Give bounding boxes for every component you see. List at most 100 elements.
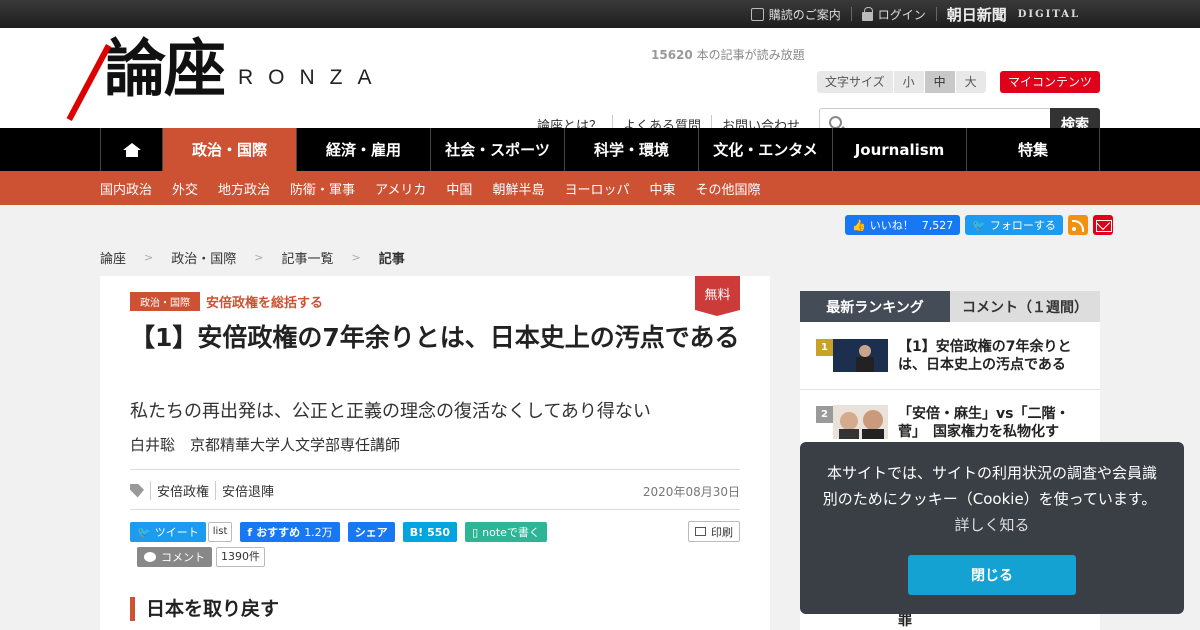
logo-kanji: 論座	[66, 38, 226, 121]
nav-science[interactable]: 科学・環境	[565, 128, 699, 171]
my-contents-button[interactable]: マイコンテンツ	[1000, 71, 1100, 93]
subnav-domestic[interactable]: 国内政治	[100, 179, 152, 198]
subnav-other[interactable]: その他国際	[695, 179, 760, 198]
main-nav: 政治・国際 経済・雇用 社会・スポーツ 科学・環境 文化・エンタメ Journa…	[0, 128, 1200, 171]
nav-society[interactable]: 社会・スポーツ	[431, 128, 565, 171]
facebook-recommend-button[interactable]: f おすすめ 1.2万	[240, 522, 340, 542]
article-card: 無料 政治・国際 安倍政権を総括する 【1】安倍政権の7年余りとは、日本史上の汚…	[100, 276, 770, 630]
home-icon	[122, 142, 141, 157]
rank-title: 【1】安倍政権の7年余りとは、日本史上の汚点である	[898, 339, 1072, 373]
facebook-like-button[interactable]: 👍 いいね！ 7,527	[845, 215, 961, 235]
comment-count[interactable]: 1390件	[216, 547, 265, 567]
comment-row: コメント 1390件	[137, 547, 265, 567]
note-button[interactable]: ▯ noteで書く	[465, 522, 547, 542]
section-heading: 日本を取り戻す	[130, 597, 279, 621]
share-buttons: 🐦 ツイート list f おすすめ 1.2万 シェア B! 550 ▯ not…	[130, 522, 547, 542]
rank-title: 「安倍・麻生」vs「二階・菅」 国家権力を私物化す	[898, 406, 1070, 440]
edit-icon	[750, 7, 764, 21]
subnav-europe[interactable]: ヨーロッパ	[564, 179, 629, 198]
breadcrumb-home[interactable]: 論座	[100, 248, 126, 267]
tag-item[interactable]: 安倍政権	[150, 481, 215, 500]
subnav-middle-east[interactable]: 中東	[649, 179, 675, 198]
nav-culture[interactable]: 文化・エンタメ	[699, 128, 833, 171]
divider	[130, 469, 740, 470]
printer-icon	[695, 527, 706, 536]
rank-number: 1	[816, 339, 833, 356]
facebook-icon: f	[247, 525, 253, 539]
rank-number: 2	[816, 406, 833, 423]
divider	[130, 509, 740, 510]
top-utility-bar: 購読のご案内 ログイン 朝日新聞 DIGITAL	[0, 0, 1200, 28]
ronza-logo[interactable]: 論座 RONZA	[66, 38, 387, 121]
site-header: 論座 RONZA 15620 本の記事が読み放題 文字サイズ 小 中 大 マイコ…	[0, 28, 1200, 139]
subnav-china[interactable]: 中国	[446, 179, 472, 198]
breadcrumb-separator: >	[254, 251, 264, 264]
nav-journalism[interactable]: Journalism	[833, 128, 967, 171]
social-follow: 👍 いいね！ 7,527 🐦 フォローする	[845, 215, 1113, 235]
sub-nav: 国内政治 外交 地方政治 防衛・軍事 アメリカ 中国 朝鮮半島 ヨーロッパ 中東…	[0, 171, 1200, 205]
cookie-consent-banner: 本サイトでは、サイトの利用状況の調査や会員識別のためにクッキー（Cookie）を…	[800, 442, 1184, 614]
subnav-defense[interactable]: 防衛・軍事	[290, 179, 355, 198]
article-title: 【1】安倍政権の7年余りとは、日本史上の汚点である	[130, 323, 740, 352]
breadcrumb: 論座 > 政治・国際 > 記事一覧 > 記事	[100, 248, 405, 267]
tag-icon	[130, 483, 144, 498]
nav-home[interactable]	[101, 128, 163, 171]
cookie-close-button[interactable]: 閉じる	[908, 555, 1076, 595]
nav-politics[interactable]: 政治・国際	[163, 128, 297, 171]
twitter-bird-icon: 🐦	[137, 525, 151, 539]
tweet-list-count[interactable]: list	[207, 522, 233, 542]
font-size-small[interactable]: 小	[892, 71, 924, 93]
tab-comment-ranking[interactable]: コメント（１週間）	[950, 291, 1100, 322]
divider	[850, 7, 852, 21]
hatena-bookmark-button[interactable]: B! 550	[402, 522, 458, 542]
rss-icon[interactable]	[1067, 215, 1088, 235]
tab-latest-ranking[interactable]: 最新ランキング	[800, 291, 950, 322]
asahi-digital-logo[interactable]: 朝日新聞 DIGITAL	[947, 4, 1080, 25]
rank-thumbnail	[833, 339, 888, 372]
login-link[interactable]: ログイン	[861, 6, 926, 23]
read-count: 15620 本の記事が読み放題	[651, 48, 805, 62]
comment-bubble-icon	[144, 552, 156, 562]
twitter-follow-button[interactable]: 🐦 フォローする	[965, 215, 1063, 235]
note-icon: ▯	[472, 525, 479, 539]
font-size-medium[interactable]: 中	[923, 71, 955, 93]
comment-button[interactable]: コメント	[137, 547, 212, 567]
divider	[800, 389, 1100, 390]
rank-thumbnail	[833, 405, 888, 439]
publish-date: 2020年08月30日	[642, 485, 740, 499]
lock-icon	[861, 6, 873, 21]
article-subtitle: 私たちの再出発は、公正と正義の理念の復活なくしてあり得ない	[130, 401, 651, 422]
logo-latin: RONZA	[238, 66, 387, 89]
subnav-diplomacy[interactable]: 外交	[172, 179, 198, 198]
font-size-large[interactable]: 大	[954, 71, 986, 93]
subnav-america[interactable]: アメリカ	[375, 179, 426, 198]
tweet-button[interactable]: 🐦 ツイート	[130, 522, 206, 542]
breadcrumb-current: 記事	[378, 252, 405, 267]
article-author[interactable]: 白井聡 京都精華大学人文学部専任講師	[130, 434, 400, 455]
subscribe-link[interactable]: 購読のご案内	[750, 6, 841, 23]
subnav-local[interactable]: 地方政治	[218, 179, 270, 198]
cookie-details-link[interactable]: 詳しく知る	[954, 516, 1029, 534]
twitter-bird-icon: 🐦	[972, 218, 986, 232]
tag-item[interactable]: 安倍退陣	[215, 481, 280, 500]
thumbs-up-icon: 👍	[852, 218, 866, 232]
breadcrumb-list[interactable]: 記事一覧	[281, 248, 333, 267]
series-link[interactable]: 安倍政権を総括する	[206, 292, 323, 311]
print-button[interactable]: 印刷	[688, 521, 740, 542]
font-size-selector: 文字サイズ 小 中 大	[817, 71, 986, 93]
ranking-tabs: 最新ランキング コメント（１週間）	[800, 291, 1100, 322]
mail-icon[interactable]	[1092, 215, 1113, 235]
divider	[935, 7, 937, 21]
category-tag[interactable]: 政治・国際	[130, 292, 200, 311]
cookie-message: 本サイトでは、サイトの利用状況の調査や会員識別のためにクッキー（Cookie）を…	[822, 464, 1157, 534]
breadcrumb-separator: >	[351, 251, 361, 264]
nav-special[interactable]: 特集	[967, 128, 1100, 171]
category-row: 政治・国際 安倍政権を総括する	[130, 292, 323, 311]
subnav-korea[interactable]: 朝鮮半島	[492, 179, 544, 198]
nav-economy[interactable]: 経済・雇用	[297, 128, 431, 171]
breadcrumb-category[interactable]: 政治・国際	[171, 248, 236, 267]
breadcrumb-separator: >	[144, 251, 154, 264]
font-size-label: 文字サイズ	[817, 71, 893, 93]
facebook-share-button[interactable]: シェア	[347, 522, 395, 542]
tag-list: 安倍政権 安倍退陣	[130, 481, 280, 500]
